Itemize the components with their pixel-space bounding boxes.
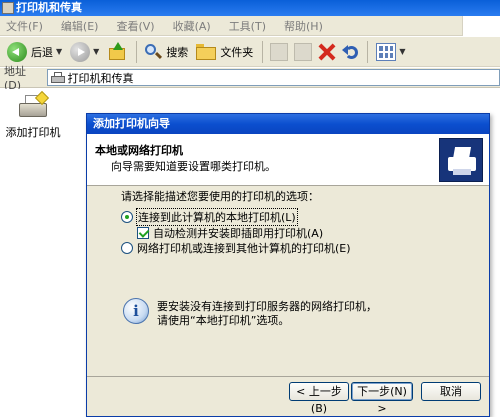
printer-icon [50, 72, 65, 83]
explorer-title-bar: 打印机和传真 [0, 0, 500, 16]
wizard-footer-divider [87, 376, 489, 377]
toolbar: 后退 ▼ ▼ 搜索 文件夹 ▼ [0, 37, 500, 67]
auto-detect-checkbox[interactable]: 自动检测并安装即插即用打印机(A) [137, 225, 323, 241]
folders-label: 文件夹 [220, 45, 254, 59]
network-printer-label: 网络打印机或连接到其他计算机的打印机(E) [137, 242, 351, 255]
wizard-title-bar[interactable]: 添加打印机向导 [87, 114, 489, 134]
menu-edit[interactable]: 编辑(E) [61, 18, 99, 34]
chevron-down-icon[interactable]: ▼ [56, 47, 62, 56]
back-step-button[interactable]: < 上一步(B) [289, 382, 349, 415]
wizard-prompt: 请选择能描述您要使用的打印机的选项： [121, 190, 319, 203]
menu-tools[interactable]: 工具(T) [229, 18, 266, 34]
folders-button[interactable]: 文件夹 [193, 39, 256, 65]
search-icon [144, 43, 163, 61]
next-step-button[interactable]: 下一步(N) > [351, 382, 413, 415]
local-printer-label: 连接到此计算机的本地打印机(L) [136, 208, 298, 226]
checkbox-checked-icon[interactable] [137, 227, 149, 239]
auto-detect-label: 自动检测并安装即插即用打印机(A) [153, 227, 324, 240]
network-printer-radio[interactable]: 网络打印机或连接到其他计算机的打印机(E) [121, 240, 351, 256]
add-printer-wizard-dialog: 添加打印机向导 本地或网络打印机 向导需要知道要设置哪类打印机。 请选择能描述您… [86, 113, 490, 417]
menu-help[interactable]: 帮助(H) [284, 18, 323, 34]
toolbar-separator [367, 40, 369, 63]
toolbar-separator [262, 40, 264, 63]
windows-logo [462, 16, 500, 36]
cancel-button[interactable]: 取消 [421, 382, 481, 401]
info-line-1: 要安装没有连接到打印服务器的网络打印机， [157, 300, 377, 313]
menu-file[interactable]: 文件(F) [6, 18, 43, 34]
menu-bar: 文件(F) 编辑(E) 查看(V) 收藏(A) 工具(T) 帮助(H) [0, 16, 500, 36]
add-printer-icon [17, 90, 50, 121]
menu-view[interactable]: 查看(V) [116, 18, 154, 34]
forward-button[interactable]: ▼ [67, 39, 102, 65]
add-printer-item[interactable]: 添加打印机 [4, 90, 62, 140]
chevron-down-icon[interactable]: ▼ [93, 47, 99, 56]
back-button[interactable]: 后退 ▼ [4, 39, 65, 65]
add-printer-label: 添加打印机 [5, 126, 61, 139]
address-bar: 地址(D) 打印机和传真 [0, 65, 500, 92]
radio-selected-icon[interactable] [121, 211, 133, 223]
search-label: 搜索 [166, 45, 189, 59]
folder-up-icon [107, 41, 127, 62]
wizard-header-subtitle: 向导需要知道要设置哪类打印机。 [111, 160, 276, 173]
undo-icon[interactable] [342, 43, 360, 61]
up-button[interactable] [104, 39, 130, 65]
wizard-header-title: 本地或网络打印机 [95, 144, 183, 157]
info-note: i 要安装没有连接到打印服务器的网络打印机， 请使用“本地打印机”选项。 [123, 298, 377, 328]
folder-icon [196, 43, 217, 60]
radio-unselected-icon[interactable] [121, 242, 133, 254]
copy-to-icon[interactable] [294, 42, 313, 61]
forward-arrow-icon [70, 41, 91, 62]
screen: 打印机和传真 文件(F) 编辑(E) 查看(V) 收藏(A) 工具(T) 帮助(… [0, 0, 500, 417]
info-line-2: 请使用“本地打印机”选项。 [157, 314, 290, 327]
chevron-down-icon[interactable]: ▼ [399, 47, 405, 56]
address-label: 地址(D) [4, 65, 26, 92]
delete-icon[interactable] [318, 43, 336, 61]
wizard-header: 本地或网络打印机 向导需要知道要设置哪类打印机。 [87, 134, 489, 186]
address-value: 打印机和传真 [67, 71, 134, 85]
wizard-title: 添加打印机向导 [93, 117, 170, 130]
back-label: 后退 [31, 45, 53, 59]
address-input[interactable]: 打印机和传真 [46, 69, 500, 86]
local-printer-radio[interactable]: 连接到此计算机的本地打印机(L) [121, 208, 298, 226]
info-icon: i [123, 298, 149, 324]
printer-icon [439, 138, 483, 182]
search-button[interactable]: 搜索 [141, 39, 191, 65]
explorer-title: 打印机和传真 [16, 1, 82, 14]
move-to-icon[interactable] [270, 42, 289, 61]
views-icon[interactable] [376, 42, 397, 61]
back-arrow-icon [7, 41, 27, 62]
window-icon [2, 2, 14, 14]
toolbar-separator [136, 40, 138, 63]
menu-favorites[interactable]: 收藏(A) [173, 18, 211, 34]
